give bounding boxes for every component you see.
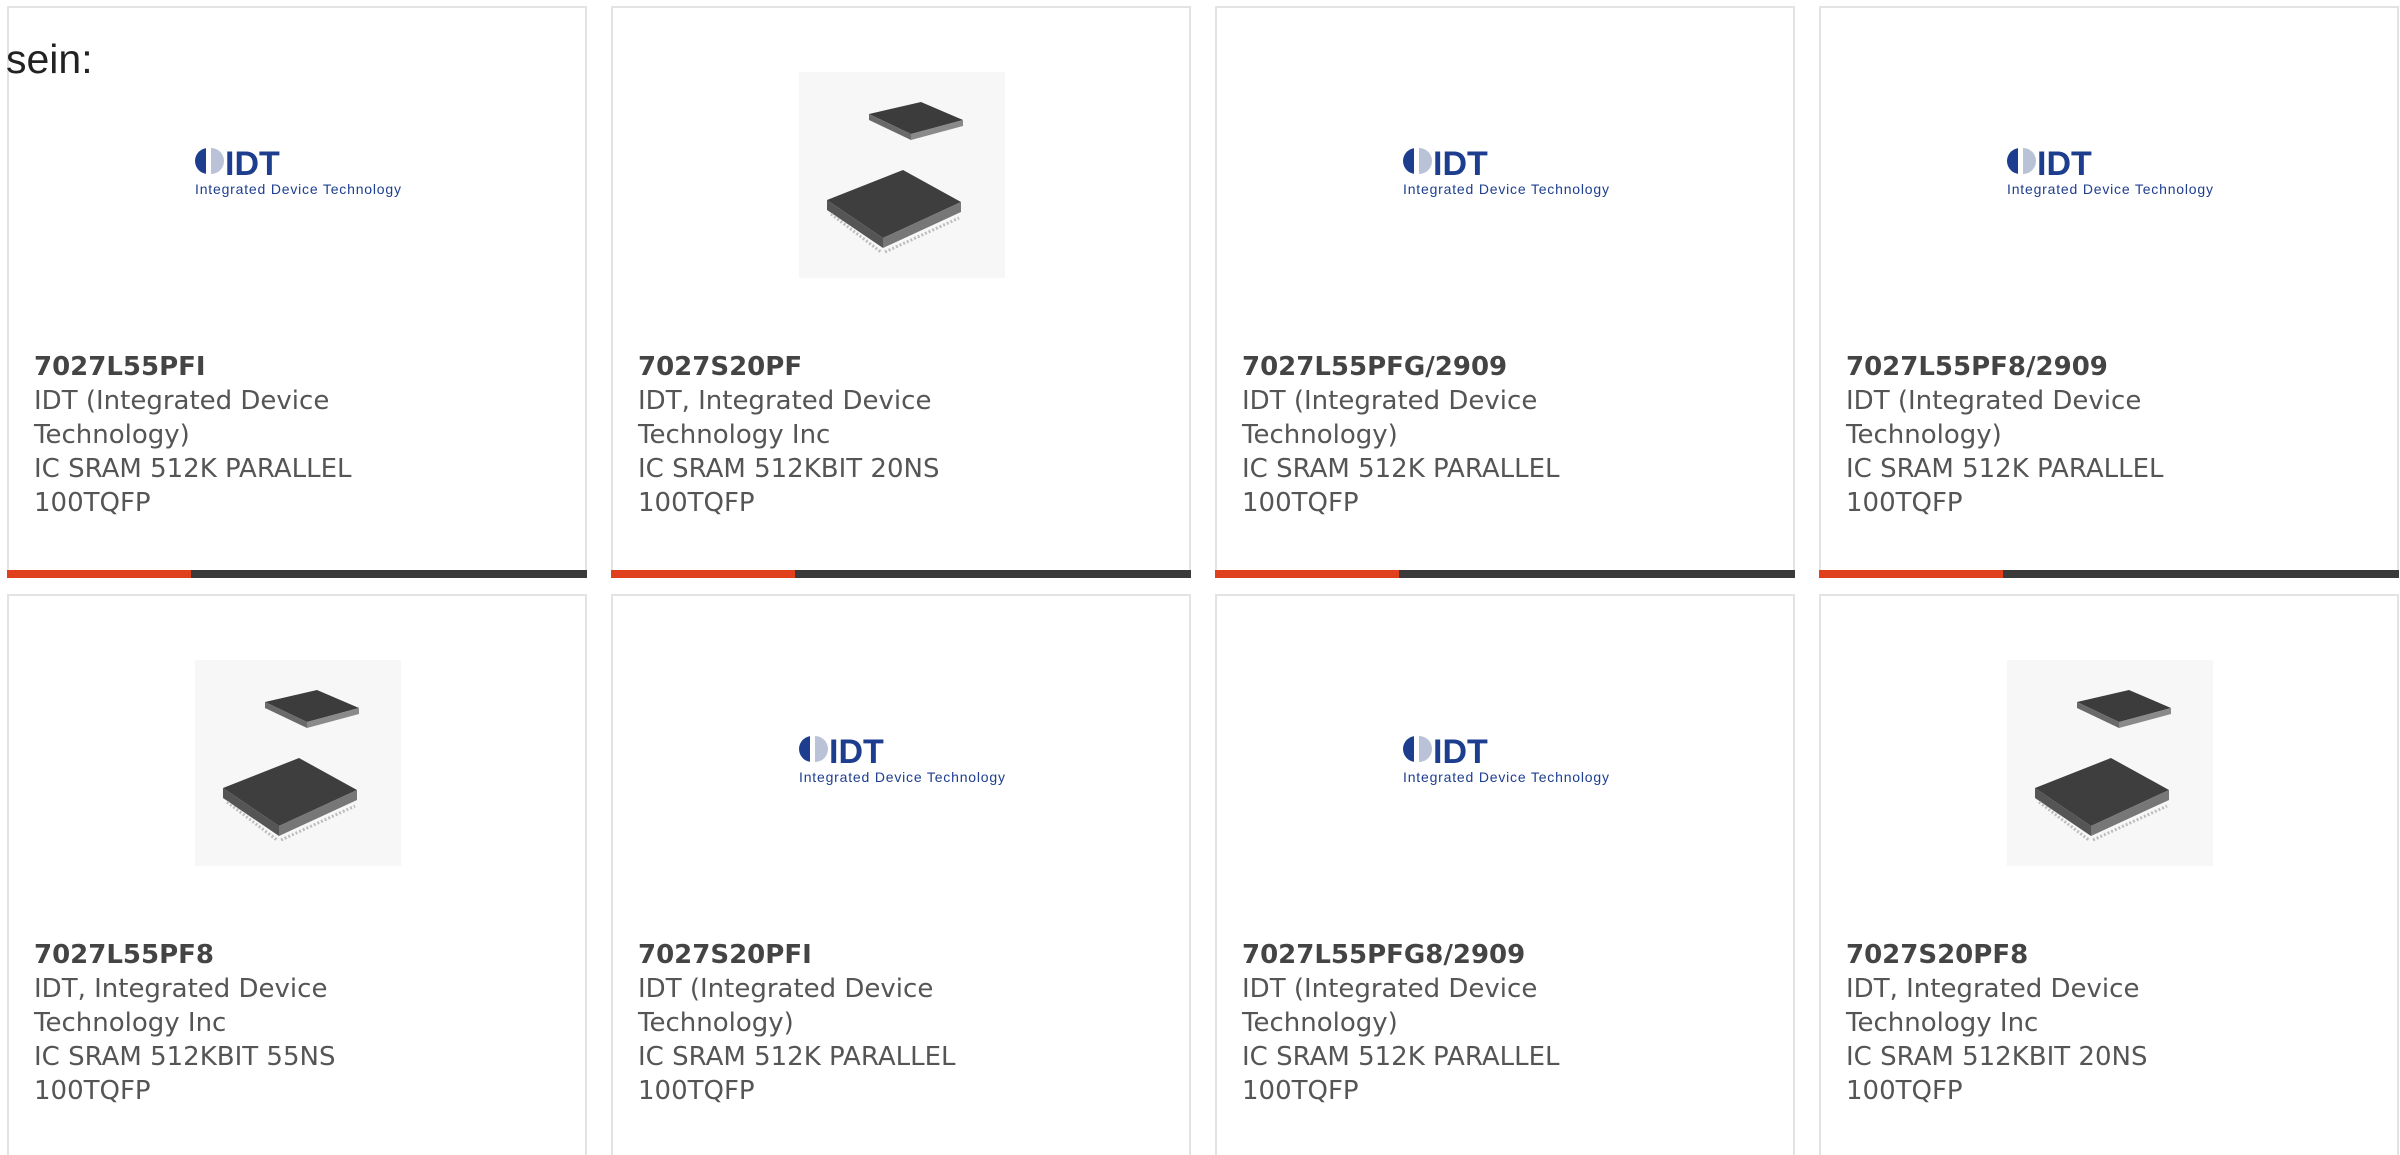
tqfp-chip-icon (2007, 660, 2213, 866)
product-card[interactable]: IDT Integrated Device Technology 7027L55… (7, 6, 587, 578)
part-number[interactable]: 7027L55PF8 (34, 938, 414, 972)
manufacturer-line-2: Technology) (1242, 420, 1398, 450)
description-line-1: IC SRAM 512KBIT 20NS 100TQFP (1846, 1042, 2148, 1106)
product-info: 7027L55PF8 IDT, Integrated Device Techno… (34, 938, 414, 1108)
manufacturer-line-2: Technology) (1846, 420, 2002, 450)
svg-text:IDT: IDT (829, 733, 884, 771)
manufacturer-line-1: IDT (Integrated Device (1242, 386, 1538, 416)
idt-logo-icon: IDT Integrated Device Technology (2007, 145, 2213, 197)
part-number[interactable]: 7027L55PFG8/2909 (1242, 938, 1622, 972)
product-card[interactable]: IDT Integrated Device Technology 7027L55… (1215, 6, 1795, 578)
product-info: 7027L55PFI IDT (Integrated Device Techno… (34, 350, 414, 520)
description-line-1: IC SRAM 512K PARALLEL (638, 1042, 956, 1072)
product-image: IDT Integrated Device Technology (1403, 660, 1609, 866)
card-accent-bar (611, 570, 795, 578)
product-card[interactable]: IDT Integrated Device Technology 7027L55… (1819, 6, 2399, 578)
manufacturer-line-1: IDT, Integrated Device (34, 974, 328, 1004)
product-image: IDT Integrated Device Technology (2007, 72, 2213, 278)
description-line-1: IC SRAM 512K PARALLEL (34, 454, 352, 484)
manufacturer-line-1: IDT (Integrated Device (1846, 386, 2142, 416)
card-accent-bar (1215, 570, 1399, 578)
part-number[interactable]: 7027L55PF8/2909 (1846, 350, 2226, 384)
idt-logo-icon: IDT Integrated Device Technology (1403, 733, 1609, 785)
card-accent-bar (1819, 570, 2003, 578)
tqfp-chip-icon (799, 72, 1005, 278)
svg-text:IDT: IDT (225, 145, 280, 183)
product-image: IDT Integrated Device Technology (1403, 72, 1609, 278)
description-line-2: 100TQFP (1242, 488, 1359, 518)
svg-text:Integrated Device Technology: Integrated Device Technology (195, 181, 401, 197)
product-info: 7027S20PF8 IDT, Integrated Device Techno… (1846, 938, 2226, 1108)
description-line-2: 100TQFP (1242, 1076, 1359, 1106)
idt-logo-icon: IDT Integrated Device Technology (1403, 145, 1609, 197)
description-line-1: IC SRAM 512K PARALLEL (1846, 454, 2164, 484)
description-line-1: IC SRAM 512K PARALLEL (1242, 454, 1560, 484)
idt-logo-icon: IDT Integrated Device Technology (195, 145, 401, 197)
description-line-1: IC SRAM 512KBIT 20NS 100TQFP (638, 454, 940, 518)
part-number[interactable]: 7027L55PFG/2909 (1242, 350, 1622, 384)
card-bottom-bar (1215, 570, 1795, 578)
manufacturer-line-2: Technology Inc (34, 1008, 227, 1038)
manufacturer-line-2: Technology) (34, 420, 190, 450)
manufacturer-line-1: IDT (Integrated Device (638, 974, 934, 1004)
svg-text:Integrated Device Technology: Integrated Device Technology (799, 769, 1005, 785)
manufacturer-line-1: IDT, Integrated Device (638, 386, 932, 416)
card-bottom-bar (611, 570, 1191, 578)
part-number[interactable]: 7027L55PFI (34, 350, 414, 384)
product-info: 7027S20PFI IDT (Integrated Device Techno… (638, 938, 1018, 1108)
product-image: IDT Integrated Device Technology (195, 72, 401, 278)
manufacturer-line-2: Technology) (638, 1008, 794, 1038)
product-grid: IDT Integrated Device Technology 7027L55… (7, 6, 2400, 1155)
manufacturer-line-2: Technology) (1242, 1008, 1398, 1038)
product-card[interactable]: IDT Integrated Device Technology 7027L55… (1215, 594, 1795, 1155)
product-image (2007, 660, 2213, 866)
description-line-1: IC SRAM 512K PARALLEL (1242, 1042, 1560, 1072)
product-image (195, 660, 401, 866)
product-card[interactable]: IDT Integrated Device Technology 7027S20… (611, 594, 1191, 1155)
description-line-2: 100TQFP (1846, 488, 1963, 518)
part-number[interactable]: 7027S20PF (638, 350, 1018, 384)
product-card[interactable]: 7027L55PF8 IDT, Integrated Device Techno… (7, 594, 587, 1155)
product-card[interactable]: 7027S20PF8 IDT, Integrated Device Techno… (1819, 594, 2399, 1155)
tqfp-chip-icon (195, 660, 401, 866)
product-card[interactable]: 7027S20PF IDT, Integrated Device Technol… (611, 6, 1191, 578)
part-number[interactable]: 7027S20PF8 (1846, 938, 2226, 972)
description-line-2: 100TQFP (34, 488, 151, 518)
manufacturer-line-1: IDT, Integrated Device (1846, 974, 2140, 1004)
svg-text:IDT: IDT (2037, 145, 2092, 183)
description-line-1: IC SRAM 512KBIT 55NS 100TQFP (34, 1042, 336, 1106)
intro-text: sein: (6, 36, 93, 82)
manufacturer-line-2: Technology Inc (638, 420, 831, 450)
card-accent-bar (7, 570, 191, 578)
idt-logo-icon: IDT Integrated Device Technology (799, 733, 1005, 785)
svg-text:IDT: IDT (1433, 733, 1488, 771)
product-info: 7027L55PFG8/2909 IDT (Integrated Device … (1242, 938, 1622, 1108)
svg-text:Integrated Device Technology: Integrated Device Technology (1403, 769, 1609, 785)
product-info: 7027L55PF8/2909 IDT (Integrated Device T… (1846, 350, 2226, 520)
product-image: IDT Integrated Device Technology (799, 660, 1005, 866)
description-line-2: 100TQFP (638, 1076, 755, 1106)
manufacturer-line-2: Technology Inc (1846, 1008, 2039, 1038)
manufacturer-line-1: IDT (Integrated Device (1242, 974, 1538, 1004)
product-info: 7027L55PFG/2909 IDT (Integrated Device T… (1242, 350, 1622, 520)
product-image (799, 72, 1005, 278)
card-bottom-bar (7, 570, 587, 578)
manufacturer-line-1: IDT (Integrated Device (34, 386, 330, 416)
svg-text:Integrated Device Technology: Integrated Device Technology (2007, 181, 2213, 197)
page: sein: IDT Integrated Device Technology 7… (0, 0, 2400, 1155)
svg-text:Integrated Device Technology: Integrated Device Technology (1403, 181, 1609, 197)
part-number[interactable]: 7027S20PFI (638, 938, 1018, 972)
svg-text:IDT: IDT (1433, 145, 1488, 183)
product-info: 7027S20PF IDT, Integrated Device Technol… (638, 350, 1018, 520)
card-bottom-bar (1819, 570, 2399, 578)
